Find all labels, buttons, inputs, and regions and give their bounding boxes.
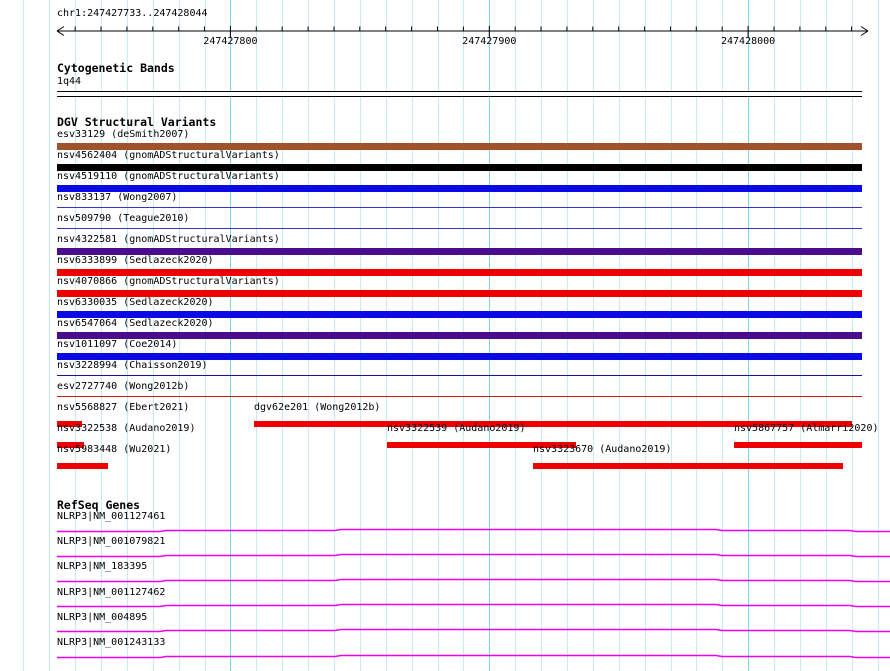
gene-label[interactable]: NLRP3|NM_001079821 bbox=[57, 536, 165, 548]
variant-bar[interactable] bbox=[57, 290, 862, 297]
variant-label[interactable]: nsv6333899 (Sedlazeck2020) bbox=[57, 255, 214, 267]
variant-label[interactable]: esv33129 (deSmith2007) bbox=[57, 129, 189, 141]
gene-line[interactable] bbox=[0, 603, 890, 610]
gene-line[interactable] bbox=[0, 553, 890, 560]
variant-bar[interactable] bbox=[57, 185, 862, 192]
gene-label[interactable]: NLRP3|NM_004895 bbox=[57, 612, 147, 624]
gene-label[interactable]: NLRP3|NM_183395 bbox=[57, 561, 147, 573]
ruler-tick-label: 247427900 bbox=[462, 36, 516, 47]
variant-label[interactable]: nsv4322581 (gnomADStructuralVariants) bbox=[57, 234, 280, 246]
gene-label[interactable]: NLRP3|NM_001243133 bbox=[57, 637, 165, 649]
section-header-dgv: DGV Structural Variants bbox=[57, 116, 216, 129]
variant-label[interactable]: nsv5867757 (Almarri2020) bbox=[734, 423, 879, 435]
variant-bar[interactable] bbox=[57, 353, 862, 360]
variant-label[interactable]: nsv1011097 (Coe2014) bbox=[57, 339, 177, 351]
variant-label[interactable]: nsv3323670 (Audano2019) bbox=[533, 444, 671, 456]
variant-label[interactable]: nsv5983448 (Wu2021) bbox=[57, 444, 171, 456]
variant-line[interactable] bbox=[57, 228, 862, 230]
variant-bar[interactable] bbox=[533, 463, 843, 469]
variant-label[interactable]: nsv3322539 (Audano2019) bbox=[387, 423, 525, 435]
variant-bar[interactable] bbox=[57, 248, 862, 255]
variant-label[interactable]: nsv833137 (Wong2007) bbox=[57, 192, 177, 204]
variant-label[interactable]: nsv5568827 (Ebert2021) bbox=[57, 402, 189, 414]
variant-line[interactable] bbox=[57, 207, 862, 209]
gene-line[interactable] bbox=[0, 628, 890, 635]
variant-label[interactable]: nsv6547064 (Sedlazeck2020) bbox=[57, 318, 214, 330]
section-header-cytobands: Cytogenetic Bands bbox=[57, 62, 175, 75]
variant-label[interactable]: dgv62e201 (Wong2012b) bbox=[254, 402, 380, 414]
variant-label[interactable]: nsv509790 (Teague2010) bbox=[57, 213, 189, 225]
ruler-tick-label: 247427800 bbox=[203, 36, 257, 47]
variant-line[interactable] bbox=[57, 375, 862, 377]
variant-bar[interactable] bbox=[57, 463, 108, 469]
cytoband-label[interactable]: 1q44 bbox=[57, 76, 81, 88]
grid-line-minor bbox=[49, 0, 50, 671]
variant-bar[interactable] bbox=[57, 311, 862, 318]
variant-label[interactable]: nsv4562404 (gnomADStructuralVariants) bbox=[57, 150, 280, 162]
variant-label[interactable]: esv2727740 (Wong2012b) bbox=[57, 381, 189, 393]
variant-bar[interactable] bbox=[57, 269, 862, 276]
gene-line[interactable] bbox=[0, 578, 890, 585]
cytoband-glyph[interactable] bbox=[57, 91, 862, 97]
genome-browser-panel: chr1:247427733..247428044 24742780024742… bbox=[0, 0, 890, 671]
variant-bar[interactable] bbox=[57, 164, 862, 171]
gene-label[interactable]: NLRP3|NM_001127461 bbox=[57, 511, 165, 523]
ruler-tick-label: 247428000 bbox=[721, 36, 775, 47]
variant-bar[interactable] bbox=[57, 143, 862, 150]
variant-label[interactable]: nsv3228994 (Chaisson2019) bbox=[57, 360, 208, 372]
variant-label[interactable]: nsv6330035 (Sedlazeck2020) bbox=[57, 297, 214, 309]
grid-line-minor bbox=[23, 0, 24, 671]
variant-label[interactable]: nsv4519110 (gnomADStructuralVariants) bbox=[57, 171, 280, 183]
variant-label[interactable]: nsv4070866 (gnomADStructuralVariants) bbox=[57, 276, 280, 288]
grid-line-minor bbox=[878, 0, 879, 671]
variant-bar[interactable] bbox=[734, 442, 862, 448]
variant-bar[interactable] bbox=[57, 332, 862, 339]
gene-label[interactable]: NLRP3|NM_001127462 bbox=[57, 587, 165, 599]
gene-line[interactable] bbox=[0, 654, 890, 661]
variant-label[interactable]: nsv3322538 (Audano2019) bbox=[57, 423, 195, 435]
gene-line[interactable] bbox=[0, 528, 890, 535]
variant-line[interactable] bbox=[57, 396, 862, 398]
